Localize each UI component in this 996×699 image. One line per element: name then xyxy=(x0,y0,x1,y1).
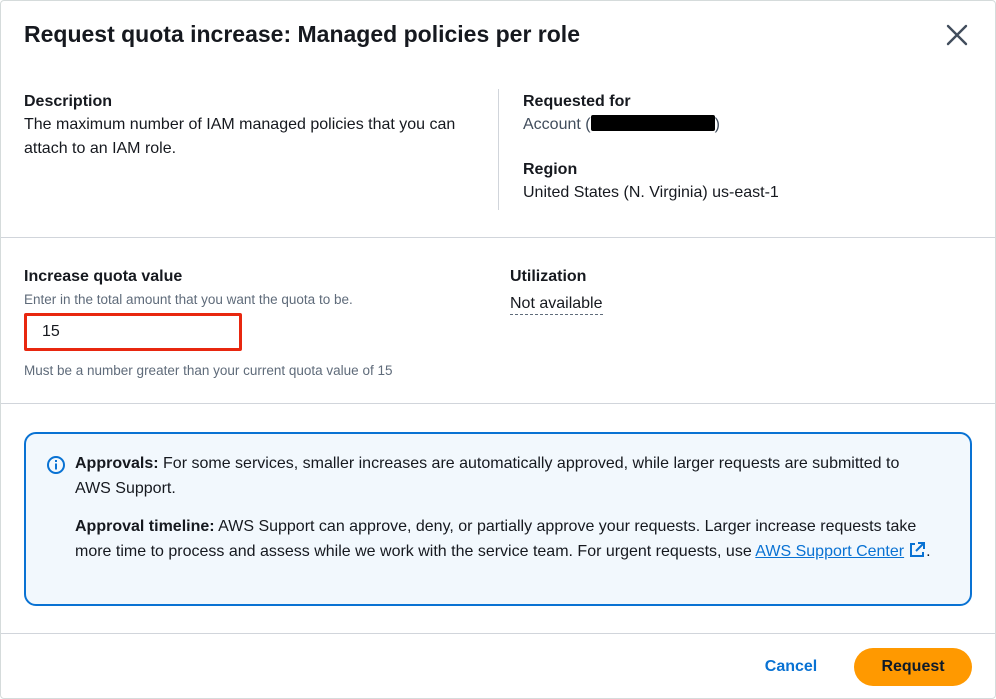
alert-content: Approvals: For some services, smaller in… xyxy=(75,452,935,564)
region-value: United States (N. Virginia) us-east-1 xyxy=(523,184,779,201)
utilization-value[interactable]: Not available xyxy=(510,294,603,315)
account-suffix: ) xyxy=(714,116,720,133)
modal-title: Request quota increase: Managed policies… xyxy=(24,21,580,47)
quota-request-modal: Request quota increase: Managed policies… xyxy=(0,0,996,699)
modal-header: Request quota increase: Managed policies… xyxy=(1,1,995,71)
link-suffix: . xyxy=(926,542,931,560)
description-text: The maximum number of IAM managed polici… xyxy=(24,116,456,157)
description-label: Description xyxy=(24,93,113,110)
approvals-label: Approvals: xyxy=(75,455,159,472)
quota-details-section: Description The maximum number of IAM ma… xyxy=(1,71,995,238)
approvals-info-alert: Approvals: For some services, smaller in… xyxy=(24,432,972,606)
account-prefix: Account ( xyxy=(523,116,591,133)
request-button[interactable]: Request xyxy=(854,648,972,686)
quota-value-input[interactable] xyxy=(24,313,242,351)
quota-constraint-text: Must be a number greater than your curre… xyxy=(24,363,393,378)
utilization-label: Utilization xyxy=(510,268,587,285)
cancel-button[interactable]: Cancel xyxy=(753,648,829,686)
info-icon xyxy=(47,456,65,474)
approvals-text: For some services, smaller increases are… xyxy=(75,455,900,497)
modal-footer: Cancel Request xyxy=(1,633,995,699)
redacted-account-id xyxy=(590,115,715,131)
close-button[interactable] xyxy=(939,17,975,53)
quota-input-section: Increase quota value Enter in the total … xyxy=(1,238,995,404)
requested-for-label: Requested for xyxy=(523,93,631,110)
approvals-paragraph: Approvals: For some services, smaller in… xyxy=(75,452,935,501)
aws-support-center-link[interactable]: AWS Support Center xyxy=(755,541,926,560)
close-icon xyxy=(946,24,968,46)
requested-for-block: Requested for Account () Region United S… xyxy=(523,91,963,205)
quota-value-label: Increase quota value xyxy=(24,268,183,285)
account-value: Account () xyxy=(523,113,963,137)
quota-input-wrapper xyxy=(24,313,242,351)
support-link-label: AWS Support Center xyxy=(755,542,905,560)
region-label: Region xyxy=(523,161,578,178)
description-block: Description The maximum number of IAM ma… xyxy=(24,91,474,161)
external-link-icon xyxy=(910,541,926,557)
timeline-paragraph: Approval timeline: AWS Support can appro… xyxy=(75,515,935,564)
column-divider xyxy=(498,89,499,210)
utilization-block: Utilization Not available xyxy=(510,266,810,315)
increase-quota-block: Increase quota value Enter in the total … xyxy=(24,266,484,381)
quota-value-hint: Enter in the total amount that you want … xyxy=(24,292,353,307)
timeline-label: Approval timeline: xyxy=(75,518,215,535)
